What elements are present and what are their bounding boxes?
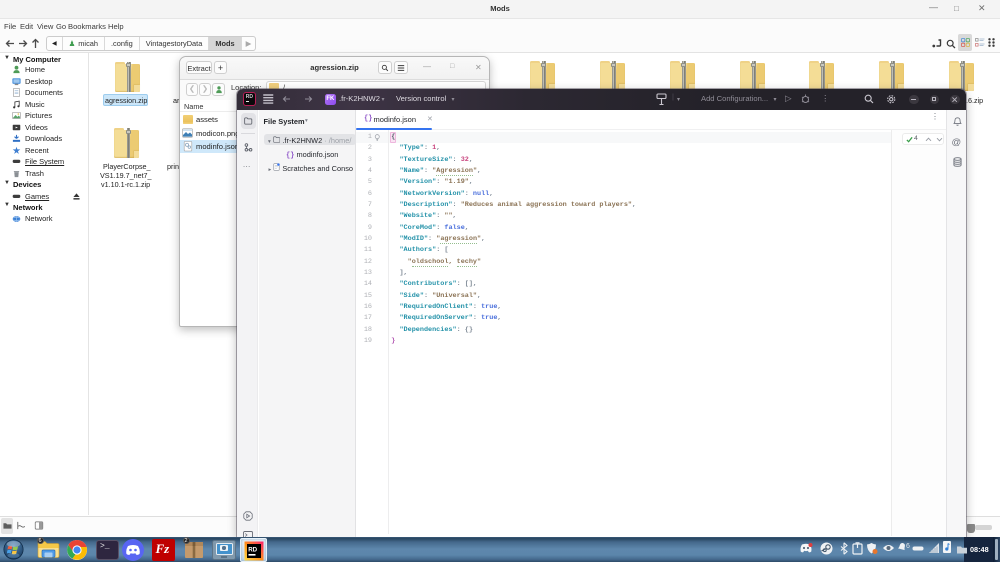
svg-text:RD: RD bbox=[248, 546, 257, 553]
